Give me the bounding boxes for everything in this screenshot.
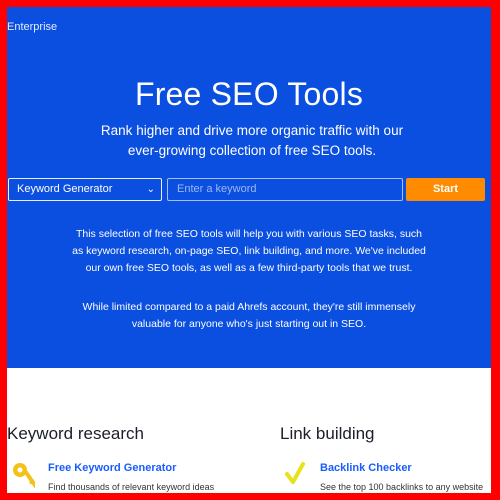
page-subtitle: Rank higher and drive more organic traff… — [100, 123, 404, 158]
intro-note-paragraph: While limited compared to a paid Ahrefs … — [82, 301, 416, 330]
keyword-research-heading: Keyword research — [7, 424, 145, 443]
nav-enterprise-link[interactable]: Enterprise — [7, 21, 57, 33]
key-icon — [13, 463, 35, 490]
start-button[interactable]: Start — [406, 178, 485, 201]
tool-select-value: Keyword Generator — [17, 183, 113, 195]
keyword-input-placeholder: Enter a keyword — [177, 183, 257, 195]
free-keyword-generator-link[interactable]: Free Keyword Generator — [48, 462, 176, 474]
tool-select[interactable]: Keyword Generator ⌄ — [8, 178, 162, 201]
chevron-down-icon: ⌄ — [146, 184, 155, 195]
free-keyword-generator-description: Find thousands of relevant keyword ideas — [48, 482, 215, 492]
page-title: Free SEO Tools — [134, 76, 364, 112]
link-building-heading: Link building — [280, 424, 375, 443]
backlink-checker-description: See the top 100 backlinks to any website — [320, 482, 484, 492]
intro-paragraph: This selection of free SEO tools will he… — [72, 228, 426, 274]
backlink-checker-link[interactable]: Backlink Checker — [320, 462, 412, 474]
checkmark-icon — [285, 462, 305, 484]
page: Enterprise Free SEO Tools Rank higher an… — [7, 7, 491, 493]
keyword-input[interactable]: Enter a keyword — [167, 178, 403, 201]
hero-section: Enterprise Free SEO Tools Rank higher an… — [7, 7, 491, 368]
